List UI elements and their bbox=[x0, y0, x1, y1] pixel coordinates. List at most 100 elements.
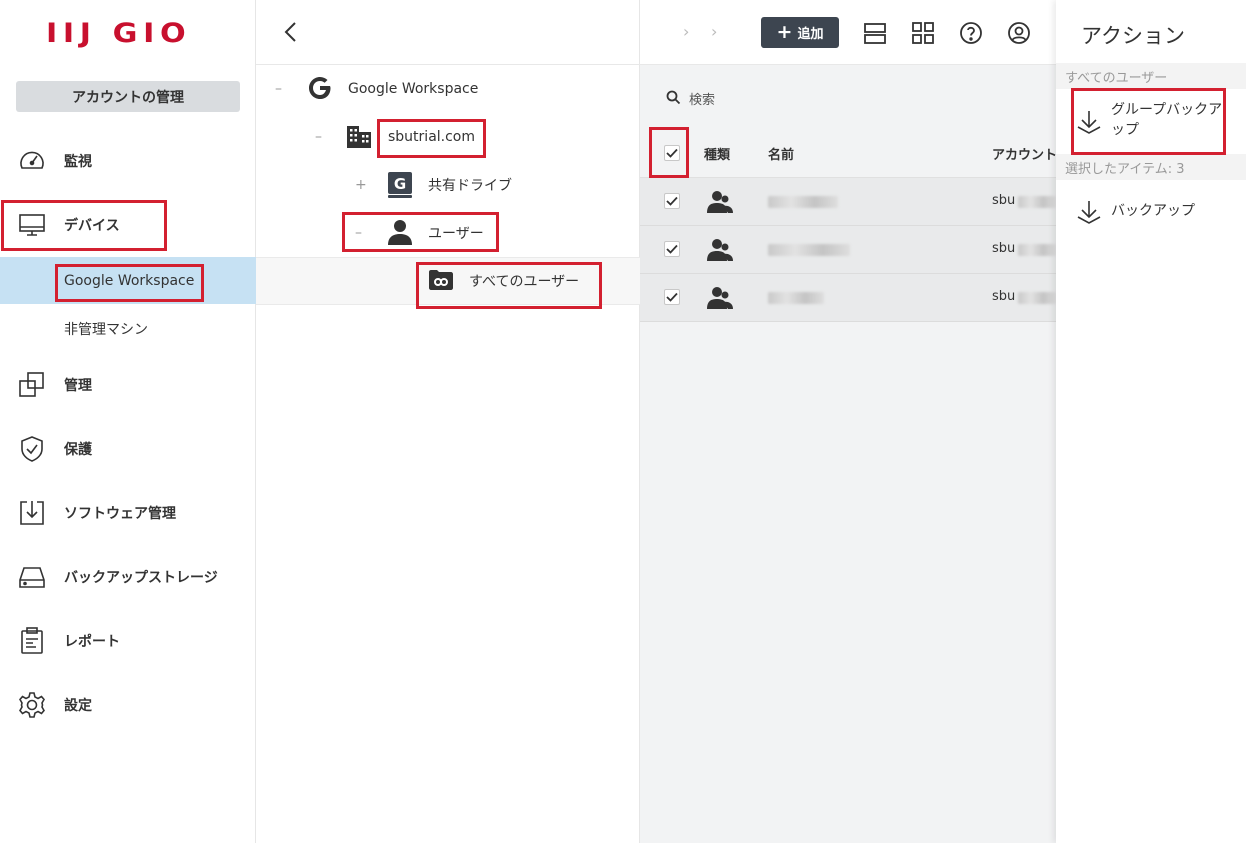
account-cell: sbu bbox=[992, 193, 1016, 208]
sidebar-subitem-label: 非管理マシン bbox=[64, 321, 148, 338]
sidebar: IIJ GIO アカウントの管理 監視 デバイス Google Workspac… bbox=[0, 0, 256, 843]
drive-icon bbox=[17, 562, 47, 592]
sidebar-item-label: 管理 bbox=[64, 378, 92, 394]
sidebar-subitem-unmanaged-machines[interactable]: 非管理マシン bbox=[0, 305, 256, 352]
tree-node-users[interactable]: – ユーザー bbox=[256, 216, 640, 250]
copy-icon bbox=[17, 370, 47, 400]
tree-node-label: 共有ドライブ bbox=[428, 178, 512, 194]
tree-node-shared-drive[interactable]: + G 共有ドライブ bbox=[256, 168, 640, 202]
tree-toggle[interactable]: – bbox=[355, 225, 362, 241]
gauge-icon bbox=[17, 146, 47, 176]
list-view-icon[interactable] bbox=[861, 19, 889, 47]
add-button-label: 追加 bbox=[797, 27, 824, 42]
sidebar-item-management[interactable]: 管理 bbox=[0, 361, 256, 409]
tree-toggle[interactable]: – bbox=[275, 81, 282, 97]
search-bar[interactable]: 検索 bbox=[640, 66, 1056, 128]
breadcrumb-separator: › bbox=[711, 22, 718, 41]
user-group-icon bbox=[706, 188, 734, 220]
sidebar-subitem-label: Google Workspace bbox=[64, 272, 195, 289]
plus-icon: + bbox=[776, 21, 793, 43]
tree-panel: – Google Workspace – sbutrial.com + G 共有… bbox=[256, 0, 640, 843]
sidebar-item-label: バックアップストレージ bbox=[64, 570, 218, 586]
shield-icon bbox=[17, 434, 47, 464]
sidebar-item-settings[interactable]: 設定 bbox=[0, 681, 256, 729]
main-panel: › › + 追加 検索 種類 名前 アカウント sbu sbu sbu bbox=[640, 0, 1057, 843]
grid-view-icon[interactable] bbox=[909, 19, 937, 47]
select-all-checkbox[interactable] bbox=[664, 145, 680, 161]
toolbar: › › + 追加 bbox=[640, 0, 1056, 65]
row-checkbox[interactable] bbox=[664, 241, 680, 257]
logo: IIJ GIO bbox=[46, 18, 192, 49]
sidebar-item-label: レポート bbox=[64, 634, 120, 650]
account-icon[interactable] bbox=[1005, 19, 1033, 47]
actions-panel: アクション すべてのユーザー グループバックアップ 選択したアイテム: 3 バッ… bbox=[1056, 0, 1246, 843]
user-group-icon bbox=[706, 236, 734, 268]
actions-title: アクション bbox=[1081, 24, 1185, 48]
monitor-icon bbox=[17, 210, 47, 240]
sidebar-item-label: 設定 bbox=[64, 698, 92, 714]
group-backup-label: グループバックアップ bbox=[1111, 102, 1223, 138]
table-header: 種類 名前 アカウント bbox=[640, 128, 1057, 178]
tree-header bbox=[256, 0, 640, 65]
redacted-name bbox=[768, 292, 824, 304]
table-row[interactable]: sbu bbox=[640, 274, 1056, 322]
section-all-users: すべてのユーザー bbox=[1056, 63, 1246, 89]
gear-icon bbox=[17, 690, 47, 720]
sidebar-item-software-management[interactable]: ソフトウェア管理 bbox=[0, 489, 256, 537]
sidebar-item-label: 保護 bbox=[64, 442, 92, 458]
redacted-name bbox=[768, 196, 838, 208]
building-icon bbox=[345, 122, 373, 154]
sidebar-item-protection[interactable]: 保護 bbox=[0, 425, 256, 473]
tree-node-google-workspace[interactable]: – Google Workspace bbox=[256, 72, 640, 106]
account-management-button[interactable]: アカウントの管理 bbox=[16, 81, 240, 112]
backup-action[interactable]: バックアップ bbox=[1056, 190, 1246, 234]
download-icon bbox=[1076, 199, 1102, 229]
app: IIJ GIO アカウントの管理 監視 デバイス Google Workspac… bbox=[0, 0, 1246, 843]
tree-toggle[interactable]: – bbox=[315, 129, 322, 145]
tree-node-domain[interactable]: – sbutrial.com bbox=[256, 120, 640, 154]
group-folder-icon bbox=[428, 268, 454, 296]
tree-toggle[interactable]: + bbox=[355, 177, 367, 193]
google-icon bbox=[306, 74, 334, 106]
account-cell: sbu bbox=[992, 289, 1016, 304]
row-checkbox[interactable] bbox=[664, 193, 680, 209]
tree-node-all-users[interactable]: すべてのユーザー bbox=[256, 264, 640, 298]
help-icon[interactable] bbox=[957, 19, 985, 47]
redacted-account bbox=[1018, 196, 1056, 208]
clipboard-icon bbox=[17, 626, 47, 656]
redacted-account bbox=[1018, 292, 1056, 304]
backup-label: バックアップ bbox=[1111, 203, 1195, 219]
sidebar-subitem-google-workspace[interactable]: Google Workspace bbox=[0, 257, 256, 304]
search-icon bbox=[666, 90, 681, 109]
redacted-name bbox=[768, 244, 850, 256]
column-header-type[interactable]: 種類 bbox=[704, 144, 730, 163]
download-icon bbox=[1076, 109, 1102, 139]
add-button[interactable]: + 追加 bbox=[761, 17, 839, 48]
search-input[interactable]: 検索 bbox=[689, 89, 715, 108]
tree-node-label: sbutrial.com bbox=[388, 129, 476, 145]
column-header-name[interactable]: 名前 bbox=[768, 144, 794, 163]
sidebar-item-label: 監視 bbox=[64, 154, 92, 170]
tree-node-label: Google Workspace bbox=[348, 81, 479, 97]
tree-node-label: すべてのユーザー bbox=[469, 274, 580, 290]
tree-node-label: ユーザー bbox=[428, 226, 484, 242]
row-checkbox[interactable] bbox=[664, 289, 680, 305]
sidebar-item-label: デバイス bbox=[64, 218, 120, 234]
sidebar-item-devices[interactable]: デバイス bbox=[0, 201, 256, 249]
section-selected-items: 選択したアイテム: 3 bbox=[1056, 154, 1246, 180]
group-backup-action[interactable]: グループバックアップ bbox=[1056, 92, 1246, 154]
table-row[interactable]: sbu bbox=[640, 178, 1056, 226]
table-row[interactable]: sbu bbox=[640, 226, 1056, 274]
svg-text:G: G bbox=[394, 175, 406, 193]
user-icon bbox=[386, 218, 414, 250]
column-header-account[interactable]: アカウント bbox=[992, 144, 1057, 163]
user-group-icon bbox=[706, 284, 734, 316]
sidebar-item-monitoring[interactable]: 監視 bbox=[0, 137, 256, 185]
back-arrow-icon[interactable] bbox=[282, 20, 300, 48]
sidebar-item-reports[interactable]: レポート bbox=[0, 617, 256, 665]
sidebar-item-backup-storage[interactable]: バックアップストレージ bbox=[0, 553, 256, 601]
account-cell: sbu bbox=[992, 241, 1016, 256]
breadcrumb-separator: › bbox=[683, 22, 690, 41]
sidebar-item-label: ソフトウェア管理 bbox=[64, 506, 176, 522]
redacted-account bbox=[1018, 244, 1056, 256]
